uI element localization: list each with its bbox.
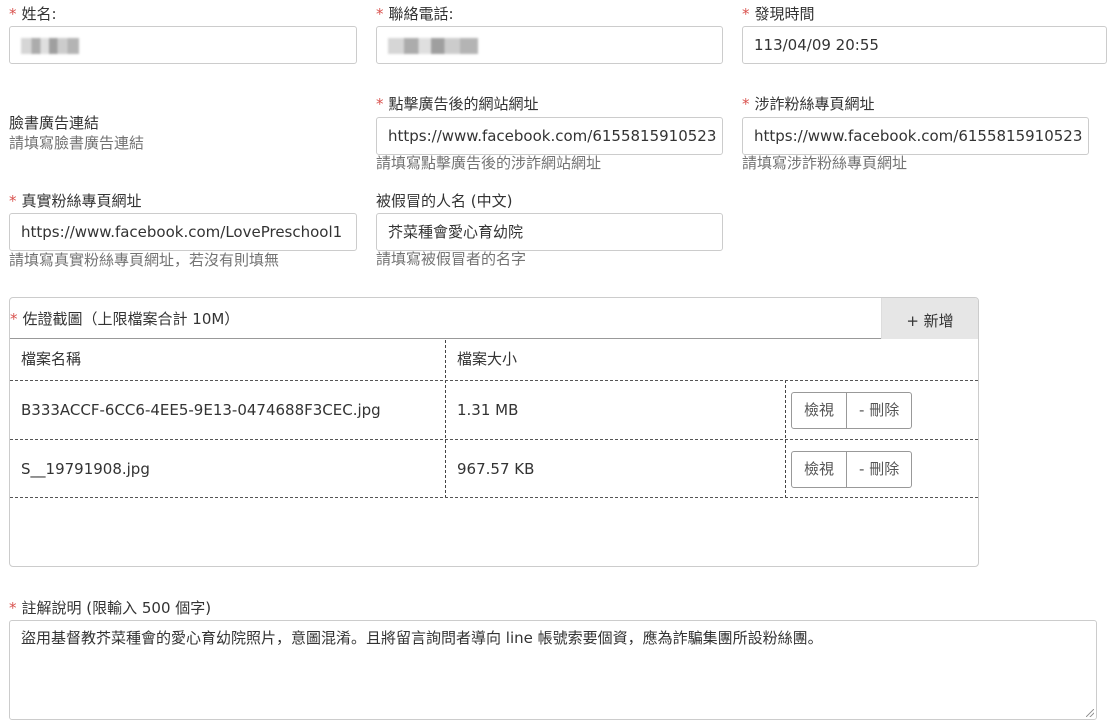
- impersonated-label: 被假冒的人名 (中文): [376, 192, 513, 210]
- scam-page-input[interactable]: https://www.facebook.com/6155815910523: [742, 117, 1089, 155]
- column-header-filename: 檔案名稱: [21, 350, 82, 368]
- table-row: S__19791908.jpg 967.57 KB 檢視 - 刪除: [10, 439, 978, 498]
- name-label: * 姓名:: [9, 5, 57, 23]
- ad-link-label: 臉書廣告連結: [9, 114, 100, 132]
- file-size: 967.57 KB: [457, 460, 535, 478]
- redacted-name: [21, 37, 79, 54]
- table-row: B333ACCF-6CC6-4EE5-9E13-0474688F3CEC.jpg…: [10, 380, 978, 439]
- name-input[interactable]: [9, 26, 357, 64]
- scam-page-help: 請填寫涉詐粉絲專頁網址: [742, 154, 908, 172]
- file-actions: 檢視 - 刪除: [791, 392, 913, 429]
- clicked-url-help: 請填寫點擊廣告後的涉詐網站網址: [376, 154, 602, 172]
- resize-grip-icon[interactable]: [1086, 709, 1094, 717]
- notes-label: * 註解說明 (限輸入 500 個字): [9, 599, 212, 617]
- phone-input[interactable]: [376, 26, 723, 64]
- evidence-panel: * 佐證截圖（上限檔案合計 10M） + 新增 檔案名稱 檔案大小 B333ACC…: [9, 297, 979, 567]
- scam-page-label: * 涉詐粉絲專頁網址: [742, 95, 875, 113]
- found-time-input[interactable]: 113/04/09 20:55: [742, 26, 1107, 64]
- notes-textarea[interactable]: 盜用基督教芥菜種會的愛心育幼院照片，意圖混淆。且將留言詢問者導向 line 帳號…: [9, 620, 1097, 720]
- clicked-url-input[interactable]: https://www.facebook.com/6155815910523: [376, 117, 723, 155]
- file-name: B333ACCF-6CC6-4EE5-9E13-0474688F3CEC.jpg: [21, 401, 381, 419]
- redacted-phone: [388, 37, 478, 54]
- delete-button[interactable]: - 刪除: [847, 451, 913, 488]
- evidence-title: * 佐證截圖（上限檔案合計 10M）: [10, 310, 240, 328]
- impersonated-help: 請填寫被假冒者的名字: [376, 250, 527, 268]
- notes-text: 盜用基督教芥菜種會的愛心育幼院照片，意圖混淆。且將留言詢問者導向 line 帳號…: [21, 629, 823, 647]
- view-button[interactable]: 檢視: [791, 392, 848, 429]
- real-page-help: 請填寫真實粉絲專頁網址，若沒有則填無: [9, 251, 280, 269]
- add-file-button[interactable]: + 新增: [881, 298, 978, 339]
- file-name: S__19791908.jpg: [21, 460, 150, 478]
- phone-label: * 聯絡電話:: [376, 5, 454, 23]
- real-page-input[interactable]: https://www.facebook.com/LovePreschool1: [9, 213, 357, 251]
- file-size: 1.31 MB: [457, 401, 519, 419]
- ad-link-help: 請填寫臉書廣告連結: [9, 134, 145, 152]
- real-page-label: * 真實粉絲專頁網址: [9, 192, 142, 210]
- column-header-filesize: 檔案大小: [457, 350, 518, 368]
- impersonated-input[interactable]: 芥菜種會愛心育幼院: [376, 213, 723, 251]
- file-actions: 檢視 - 刪除: [791, 451, 913, 488]
- view-button[interactable]: 檢視: [791, 451, 848, 488]
- evidence-panel-header: * 佐證截圖（上限檔案合計 10M） + 新增: [10, 298, 978, 339]
- delete-button[interactable]: - 刪除: [847, 392, 913, 429]
- clicked-url-label: * 點擊廣告後的網站網址: [376, 95, 539, 113]
- found-time-label: * 發現時間: [742, 5, 815, 23]
